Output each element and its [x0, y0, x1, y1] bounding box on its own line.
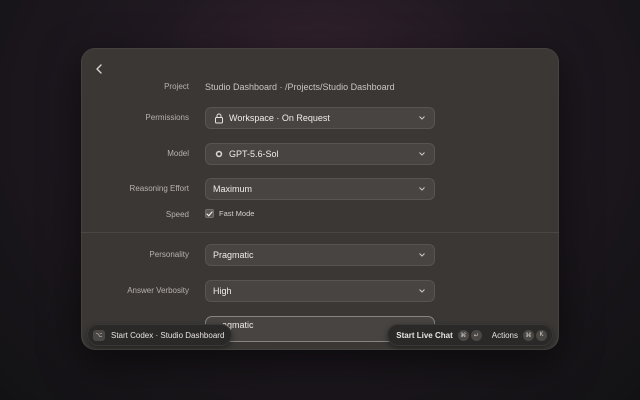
speed-row: Speed Fast Mode — [81, 204, 559, 226]
verbosity-row: Answer Verbosity High — [81, 280, 559, 302]
verbosity-value: High — [213, 286, 232, 296]
start-codex-label: Start Codex · Studio Dashboard — [111, 330, 225, 340]
lock-icon — [213, 112, 225, 124]
bottom-actions: Start Live Chat ⌘ ↵ Actions ⌘ K — [387, 324, 553, 346]
personality-label: Personality — [149, 250, 189, 259]
model-dot-icon — [213, 148, 225, 160]
project-label: Project — [164, 82, 189, 91]
reasoning-value: Maximum — [213, 184, 253, 194]
chevron-down-icon — [417, 250, 427, 260]
chevron-down-icon — [417, 149, 427, 159]
actions-button[interactable]: Actions ⌘ K — [491, 329, 547, 341]
project-row: Project Studio Dashboard · /Projects/Stu… — [81, 76, 559, 98]
reasoning-label: Reasoning Effort — [129, 184, 189, 193]
fast-mode-toggle[interactable]: Fast Mode — [205, 209, 254, 218]
personality-select[interactable]: Pragmatic — [205, 244, 435, 266]
fast-mode-label: Fast Mode — [219, 209, 255, 218]
reasoning-row: Reasoning Effort Maximum — [81, 178, 559, 200]
section-divider — [81, 232, 559, 233]
start-codex-button[interactable]: ⌥ Start Codex · Studio Dashboard — [87, 324, 233, 346]
model-value: GPT-5.6-Sol — [229, 149, 279, 159]
verbosity-label: Answer Verbosity — [127, 286, 189, 295]
checkmark-icon — [206, 210, 213, 217]
speed-label: Speed — [165, 210, 189, 219]
verbosity-select[interactable]: High — [205, 280, 435, 302]
chevron-down-icon — [417, 184, 427, 194]
option-key-icon: ⌥ — [93, 329, 105, 341]
chevron-down-icon — [417, 113, 427, 123]
personality-row: Personality Pragmatic — [81, 244, 559, 266]
model-row: Model GPT-5.6-Sol — [81, 143, 559, 165]
settings-window: Project Studio Dashboard · /Projects/Stu… — [81, 48, 559, 350]
command-key-icon: ⌘ — [457, 329, 469, 341]
start-live-chat-label: Start Live Chat — [396, 330, 453, 340]
reasoning-select[interactable]: Maximum — [205, 178, 435, 200]
model-select[interactable]: GPT-5.6-Sol — [205, 143, 435, 165]
chevron-left-icon — [96, 64, 102, 74]
k-key-icon: K — [536, 329, 547, 341]
model-label: Model — [167, 149, 189, 158]
permissions-value: Workspace · On Request — [229, 113, 330, 123]
start-live-chat-button[interactable]: Start Live Chat ⌘ ↵ — [396, 329, 482, 341]
chevron-down-icon — [417, 286, 427, 296]
command-key-icon: ⌘ — [523, 329, 534, 341]
permissions-select[interactable]: Workspace · On Request — [205, 107, 435, 129]
permissions-label: Permissions — [145, 113, 189, 122]
project-value: Studio Dashboard · /Projects/Studio Dash… — [205, 82, 395, 92]
actions-label: Actions — [491, 330, 518, 340]
permissions-row: Permissions Workspace · On Request — [81, 107, 559, 129]
personality-value: Pragmatic — [213, 250, 254, 260]
fast-mode-checkbox[interactable] — [205, 209, 214, 218]
return-key-icon: ↵ — [470, 329, 482, 341]
back-button[interactable] — [91, 61, 107, 77]
